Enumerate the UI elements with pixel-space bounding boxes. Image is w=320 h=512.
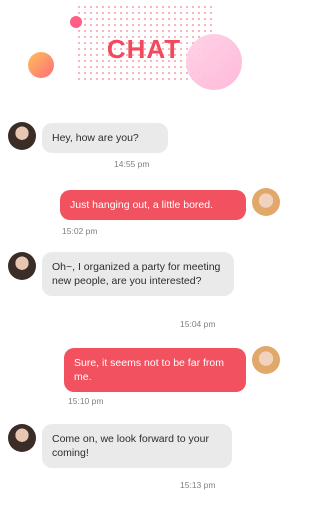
decorative-circle-small	[70, 16, 82, 28]
message-row: Oh~, I organized a party for meeting new…	[0, 250, 288, 334]
message-bubble-incoming[interactable]: Come on, we look forward to your coming!	[42, 424, 232, 468]
message-timestamp: 15:10 pm	[68, 396, 104, 406]
message-bubble-outgoing[interactable]: Just hanging out, a little bored.	[60, 190, 246, 220]
message-timestamp: 14:55 pm	[114, 159, 150, 169]
woman-avatar[interactable]	[8, 424, 36, 452]
message-timestamp: 15:04 pm	[180, 319, 216, 329]
woman-avatar[interactable]	[8, 252, 36, 280]
man-avatar[interactable]	[252, 188, 280, 216]
woman-avatar[interactable]	[8, 122, 36, 150]
message-bubble-outgoing[interactable]: Sure, it seems not to be far from me.	[64, 348, 246, 392]
message-bubble-incoming[interactable]: Hey, how are you?	[42, 123, 168, 153]
message-timestamp: 15:13 pm	[180, 480, 216, 490]
message-row: Hey, how are you? 14:55 pm	[0, 120, 288, 170]
message-bubble-incoming[interactable]: Oh~, I organized a party for meeting new…	[42, 252, 234, 296]
header: CHAT	[0, 0, 288, 100]
message-row: Just hanging out, a little bored. 15:02 …	[0, 186, 288, 238]
message-row: Sure, it seems not to be far from me. 15…	[0, 344, 288, 412]
message-timestamp: 15:02 pm	[62, 226, 98, 236]
man-avatar[interactable]	[252, 346, 280, 374]
message-row: Come on, we look forward to your coming!…	[0, 422, 288, 498]
page-title: CHAT	[106, 34, 182, 64]
